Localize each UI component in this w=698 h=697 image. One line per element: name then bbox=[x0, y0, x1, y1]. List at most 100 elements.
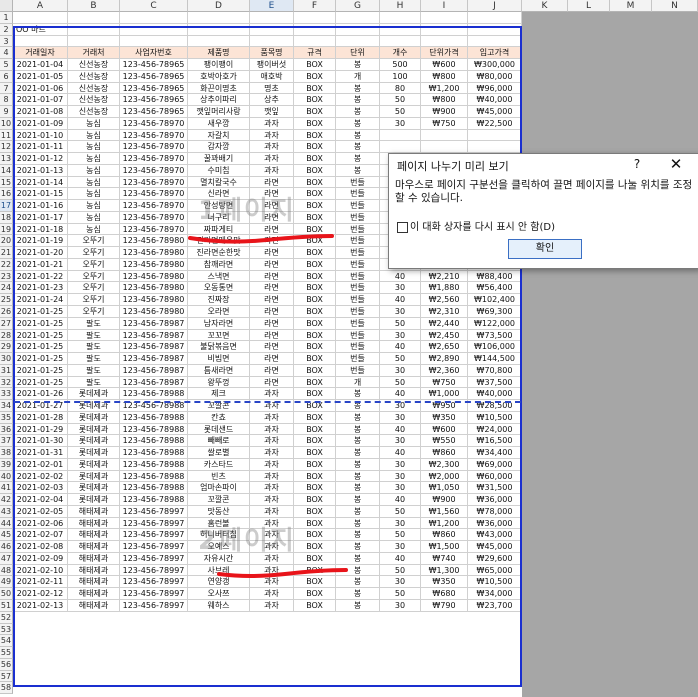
table-cell[interactable]: BOX bbox=[294, 282, 336, 295]
table-cell[interactable]: BOX bbox=[294, 294, 336, 306]
table-header-cell[interactable]: 사업자번호 bbox=[120, 47, 188, 60]
table-cell[interactable]: 123-456-78970 bbox=[120, 211, 188, 224]
row-header[interactable]: 36 bbox=[0, 423, 13, 436]
table-cell[interactable]: 번들 bbox=[336, 364, 380, 377]
table-cell[interactable]: 봉 bbox=[336, 153, 380, 165]
page-break-top-border[interactable] bbox=[13, 26, 522, 28]
table-cell[interactable]: 50 bbox=[380, 317, 421, 330]
row-header[interactable]: 21 bbox=[0, 247, 13, 259]
table-cell[interactable] bbox=[468, 129, 522, 142]
table-cell[interactable]: 123-456-78988 bbox=[120, 435, 188, 448]
table-cell[interactable]: 과자 bbox=[250, 153, 294, 165]
table-cell[interactable]: 123-456-78980 bbox=[120, 270, 188, 283]
table-cell[interactable]: 참깨라면 bbox=[188, 258, 250, 271]
table-cell[interactable]: 123-456-78980 bbox=[120, 282, 188, 295]
table-cell[interactable]: BOX bbox=[294, 376, 336, 389]
table-cell[interactable]: 팔도 bbox=[68, 317, 120, 330]
table-cell[interactable]: 과자 bbox=[250, 117, 294, 130]
table-cell[interactable]: BOX bbox=[294, 447, 336, 459]
table-cell[interactable]: 123-456-78987 bbox=[120, 353, 188, 365]
table-cell[interactable]: 2021-01-14 bbox=[13, 176, 68, 189]
row-header[interactable]: 58 bbox=[0, 682, 13, 695]
table-cell[interactable]: 2021-01-20 bbox=[13, 247, 68, 259]
table-cell[interactable]: BOX bbox=[294, 247, 336, 259]
table-cell[interactable]: 과자 bbox=[250, 423, 294, 436]
table-cell[interactable]: 123-456-78970 bbox=[120, 129, 188, 142]
table-cell[interactable]: 2021-02-07 bbox=[13, 529, 68, 542]
row-header[interactable]: 56 bbox=[0, 658, 13, 671]
table-cell[interactable]: 2021-01-09 bbox=[13, 117, 68, 130]
table-cell[interactable]: 라면 bbox=[250, 176, 294, 189]
row-header[interactable]: 38 bbox=[0, 447, 13, 459]
table-cell[interactable]: 농심 bbox=[68, 176, 120, 189]
table-cell[interactable]: 롯데제과 bbox=[68, 388, 120, 401]
table-cell[interactable]: 팔도 bbox=[68, 341, 120, 354]
table-cell[interactable]: 30 bbox=[380, 282, 421, 295]
table-cell[interactable]: 123-456-78970 bbox=[120, 141, 188, 154]
column-header-J[interactable]: J bbox=[468, 0, 522, 12]
table-cell[interactable]: 라면 bbox=[250, 270, 294, 283]
table-cell[interactable]: 해태제과 bbox=[68, 564, 120, 577]
table-cell[interactable]: BOX bbox=[294, 435, 336, 448]
table-cell[interactable]: ₩102,400 bbox=[468, 294, 522, 306]
table-cell[interactable]: ₩800 bbox=[421, 94, 468, 107]
table-cell[interactable]: 쌀로별 bbox=[188, 447, 250, 459]
table-cell[interactable]: 봉 bbox=[336, 494, 380, 506]
table-cell[interactable]: 2021-01-25 bbox=[13, 376, 68, 389]
table-cell[interactable]: ₩550 bbox=[421, 435, 468, 448]
table-cell[interactable]: ₩29,600 bbox=[468, 552, 522, 565]
cell[interactable] bbox=[294, 35, 336, 48]
table-cell[interactable]: 2021-02-04 bbox=[13, 494, 68, 506]
row-header[interactable]: 13 bbox=[0, 153, 13, 165]
cell[interactable] bbox=[188, 12, 250, 24]
table-cell[interactable]: 2021-02-02 bbox=[13, 470, 68, 483]
row-header[interactable]: 29 bbox=[0, 341, 13, 354]
column-header-A[interactable]: A bbox=[13, 0, 68, 12]
table-cell[interactable]: ₩80,000 bbox=[468, 70, 522, 83]
table-cell[interactable]: 2021-01-08 bbox=[13, 106, 68, 118]
table-cell[interactable]: 2021-01-31 bbox=[13, 447, 68, 459]
row-header[interactable]: 3 bbox=[0, 35, 13, 48]
table-cell[interactable]: 왕뚜껑 bbox=[188, 376, 250, 389]
table-cell[interactable]: BOX bbox=[294, 188, 336, 201]
table-cell[interactable]: 123-456-78988 bbox=[120, 423, 188, 436]
table-cell[interactable]: 틈새라면 bbox=[188, 364, 250, 377]
table-cell[interactable]: BOX bbox=[294, 106, 336, 118]
table-cell[interactable]: ₩36,000 bbox=[468, 517, 522, 530]
table-cell[interactable]: 40 bbox=[380, 447, 421, 459]
table-cell[interactable]: 123-456-78970 bbox=[120, 117, 188, 130]
row-header[interactable]: 44 bbox=[0, 517, 13, 530]
table-cell[interactable]: 2021-01-06 bbox=[13, 82, 68, 95]
table-cell[interactable]: 123-456-78965 bbox=[120, 106, 188, 118]
table-cell[interactable]: 2021-01-25 bbox=[13, 341, 68, 354]
table-cell[interactable]: 과자 bbox=[250, 458, 294, 471]
table-cell[interactable]: ₩750 bbox=[421, 117, 468, 130]
table-cell[interactable]: 2021-01-10 bbox=[13, 129, 68, 142]
table-cell[interactable]: BOX bbox=[294, 129, 336, 142]
row-header[interactable]: 51 bbox=[0, 600, 13, 612]
table-cell[interactable]: BOX bbox=[294, 153, 336, 165]
table-cell[interactable]: ₩740 bbox=[421, 552, 468, 565]
table-cell[interactable]: BOX bbox=[294, 470, 336, 483]
table-cell[interactable]: BOX bbox=[294, 600, 336, 612]
table-cell[interactable]: 과자 bbox=[250, 435, 294, 448]
table-header-cell[interactable]: 단위가격 bbox=[421, 47, 468, 60]
table-cell[interactable]: 50 bbox=[380, 106, 421, 118]
table-cell[interactable]: BOX bbox=[294, 529, 336, 542]
table-cell[interactable]: 멸치칼국수 bbox=[188, 176, 250, 189]
table-cell[interactable]: 해태제과 bbox=[68, 576, 120, 589]
table-cell[interactable]: BOX bbox=[294, 353, 336, 365]
table-cell[interactable]: BOX bbox=[294, 341, 336, 354]
cell[interactable] bbox=[188, 35, 250, 48]
table-cell[interactable]: 스낵면 bbox=[188, 270, 250, 283]
table-cell[interactable]: BOX bbox=[294, 164, 336, 177]
table-cell[interactable]: 감자깡 bbox=[188, 141, 250, 154]
table-cell[interactable]: 진라면순한맛 bbox=[188, 247, 250, 259]
table-cell[interactable]: 봉 bbox=[336, 388, 380, 401]
row-header[interactable]: 48 bbox=[0, 564, 13, 577]
row-header[interactable]: 55 bbox=[0, 647, 13, 659]
table-cell[interactable]: 롯데제과 bbox=[68, 411, 120, 424]
table-cell[interactable]: BOX bbox=[294, 70, 336, 83]
table-cell[interactable]: 123-456-78965 bbox=[120, 82, 188, 95]
row-header[interactable]: 57 bbox=[0, 670, 13, 683]
